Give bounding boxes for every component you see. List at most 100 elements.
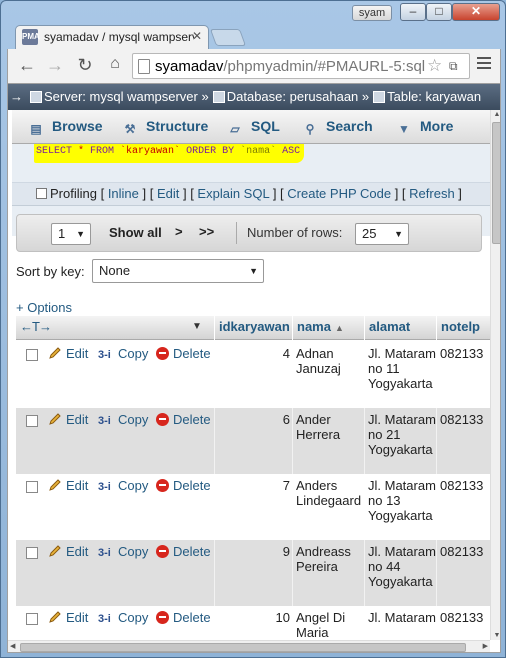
cell-notelp: 082133 <box>440 610 484 625</box>
explain-sql-link[interactable]: Explain SQL <box>197 186 269 201</box>
cell-alamat: Jl. Mataram no 11 Yogyakarta <box>368 346 436 391</box>
show-all-button[interactable]: Show all <box>109 225 162 240</box>
profiling-label: Profiling <box>50 186 97 201</box>
copy-row-button[interactable]: 3-i Copy <box>98 610 148 625</box>
copy-row-button[interactable]: 3-i Copy <box>98 478 148 493</box>
close-window-button[interactable]: ✕ <box>452 3 500 21</box>
profiling-checkbox[interactable] <box>36 188 47 199</box>
header-nama[interactable]: nama ▲ <box>292 316 364 340</box>
close-tab-icon[interactable]: ✕ <box>192 29 202 43</box>
delete-row-button[interactable]: Delete <box>156 412 211 427</box>
edit-sql-link[interactable]: Edit <box>157 186 179 201</box>
tab-browse[interactable]: ▤ Browse <box>28 118 102 136</box>
edit-label: Edit <box>66 412 89 427</box>
sql-keyword: SELECT <box>36 146 73 157</box>
sql-query-text[interactable]: SELECT * FROM `karyawan` ORDER BY `nama`… <box>34 144 305 163</box>
options-link[interactable]: + Options <box>16 300 72 315</box>
edit-row-button[interactable]: Edit <box>48 478 88 493</box>
scroll-right-icon[interactable]: ▶ <box>483 642 488 650</box>
sort-select-value: None <box>99 263 131 278</box>
cell-idkaryawan: 10 <box>275 610 290 625</box>
forward-icon[interactable]: → <box>44 55 66 76</box>
delete-row-button[interactable]: Delete <box>156 544 211 559</box>
row-checkbox[interactable] <box>26 349 38 361</box>
row-checkbox[interactable] <box>26 613 38 625</box>
edit-row-button[interactable]: Edit <box>48 610 88 625</box>
horizontal-scrollbar[interactable]: ◀ ▶ <box>8 640 490 652</box>
tab-structure[interactable]: ⚒ Structure <box>122 118 209 136</box>
header-alamat[interactable]: alamat <box>364 316 436 340</box>
next-page-button[interactable]: > <box>175 224 183 239</box>
edit-row-button[interactable]: Edit <box>48 412 88 427</box>
delete-row-button[interactable]: Delete <box>156 610 211 625</box>
header-notelp[interactable]: notelp <box>436 316 490 340</box>
delete-row-button[interactable]: Delete <box>156 346 211 361</box>
column-divider <box>292 342 293 408</box>
column-divider <box>364 540 365 606</box>
copy-row-button[interactable]: 3-i Copy <box>98 346 148 361</box>
breadcrumb-server[interactable]: Server: mysql wampserver <box>44 89 198 104</box>
breadcrumb-table[interactable]: Table: karyawan <box>387 89 481 104</box>
reload-icon[interactable]: ↻ <box>74 55 96 76</box>
row-checkbox[interactable] <box>26 481 38 493</box>
tab-sql-label: SQL <box>251 118 280 134</box>
scroll-up-icon[interactable]: ▲ <box>492 111 500 118</box>
home-icon[interactable]: ⌂ <box>104 55 126 73</box>
inline-link[interactable]: Inline <box>108 186 139 201</box>
extension-icon[interactable]: ⧉ <box>449 59 458 74</box>
scroll-down-icon[interactable]: ▼ <box>492 632 500 639</box>
refresh-link[interactable]: Refresh <box>409 186 455 201</box>
cell-nama: Anders Lindegaard <box>296 478 362 508</box>
delete-icon <box>156 479 169 492</box>
vertical-scrollbar[interactable]: ▲ ▼ <box>490 110 500 640</box>
edit-row-button[interactable]: Edit <box>48 346 88 361</box>
edit-row-button[interactable]: Edit <box>48 544 88 559</box>
cell-idkaryawan: 6 <box>282 412 290 427</box>
delete-row-button[interactable]: Delete <box>156 478 211 493</box>
bookmark-star-icon[interactable]: ☆ <box>427 56 442 76</box>
profile-badge[interactable]: syam <box>352 5 392 21</box>
create-php-link[interactable]: Create PHP Code <box>287 186 391 201</box>
scroll-thumb[interactable] <box>492 122 500 244</box>
pencil-icon <box>49 479 61 491</box>
rows-select-value: 25 <box>362 226 377 241</box>
url-path: /phpmyadmin/#PMAURL-5:sql.php?db=perusah… <box>223 58 425 75</box>
cell-nama: Adnan Januzaj <box>296 346 341 376</box>
url-text[interactable]: syamadav/phpmyadmin/#PMAURL-5:sql.php?db… <box>155 58 425 75</box>
server-icon <box>30 91 42 103</box>
chevron-down-icon[interactable]: ▼ <box>192 316 202 338</box>
collapse-arrow-icon[interactable]: → <box>10 84 26 110</box>
cell-nama: Angel Di Maria <box>296 610 346 640</box>
browser-tab[interactable]: PMA syamadav / mysql wampserver ✕ <box>15 25 209 49</box>
delete-label: Delete <box>173 610 211 625</box>
tab-search[interactable]: ⚲ Search <box>302 118 373 136</box>
header-idkaryawan[interactable]: idkaryawan <box>214 316 292 340</box>
column-arrows-icon[interactable]: ←T→ <box>20 319 52 334</box>
page-select[interactable]: 1 ▼ <box>51 223 91 245</box>
scroll-left-icon[interactable]: ◀ <box>10 642 15 650</box>
back-icon[interactable]: ← <box>16 55 38 76</box>
address-bar[interactable]: syamadav/phpmyadmin/#PMAURL-5:sql.php?db… <box>132 53 470 79</box>
header-nama-label: nama <box>297 319 331 334</box>
row-checkbox[interactable] <box>26 415 38 427</box>
page-viewport: → Server: mysql wampserver » Database: per… <box>7 83 501 653</box>
copy-row-button[interactable]: 3-i Copy <box>98 412 148 427</box>
last-page-button[interactable]: >> <box>199 224 214 239</box>
tab-sql[interactable]: ▱ SQL <box>227 118 280 136</box>
breadcrumb-database[interactable]: Database: perusahaan <box>227 89 359 104</box>
column-divider <box>436 342 437 408</box>
copy-icon: 3-i <box>98 547 111 559</box>
row-checkbox[interactable] <box>26 547 38 559</box>
new-tab-button[interactable] <box>209 29 247 46</box>
tab-search-label: Search <box>326 118 373 134</box>
minimize-button[interactable]: – <box>400 3 426 21</box>
rows-select[interactable]: 25 ▼ <box>355 223 409 245</box>
results-table: ←T→ ▼ idkaryawan nama ▲ alamat notelp Edit… <box>16 316 490 652</box>
copy-row-button[interactable]: 3-i Copy <box>98 544 148 559</box>
tab-more[interactable]: ▼ More <box>396 118 453 136</box>
scroll-thumb-horizontal[interactable] <box>20 643 466 652</box>
maximize-button[interactable]: □ <box>426 3 452 21</box>
sort-select[interactable]: None ▼ <box>92 259 264 283</box>
column-divider <box>436 474 437 540</box>
menu-icon[interactable] <box>477 57 491 72</box>
